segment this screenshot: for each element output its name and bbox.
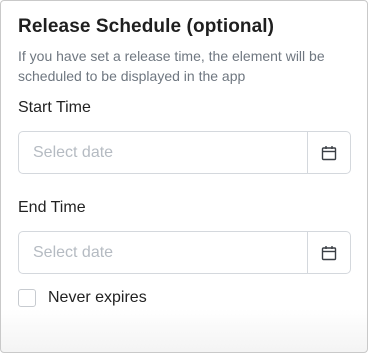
never-expires-checkbox[interactable] [18,289,36,307]
end-time-field [18,231,351,274]
start-time-input[interactable] [19,132,309,173]
start-time-field [18,131,351,174]
never-expires-label: Never expires [48,289,147,306]
start-time-label: Start Time [18,99,91,116]
end-time-label: End Time [18,199,86,216]
calendar-icon [321,145,337,160]
end-time-calendar-button[interactable] [307,232,350,273]
start-time-calendar-button[interactable] [307,132,350,173]
section-description: If you have set a release time, the elem… [18,48,325,84]
end-time-input[interactable] [19,232,309,273]
never-expires-row[interactable]: Never expires [18,289,147,307]
calendar-icon [321,245,337,260]
section-title: Release Schedule (optional) [18,16,275,37]
release-schedule-panel: Release Schedule (optional) If you have … [0,0,368,353]
